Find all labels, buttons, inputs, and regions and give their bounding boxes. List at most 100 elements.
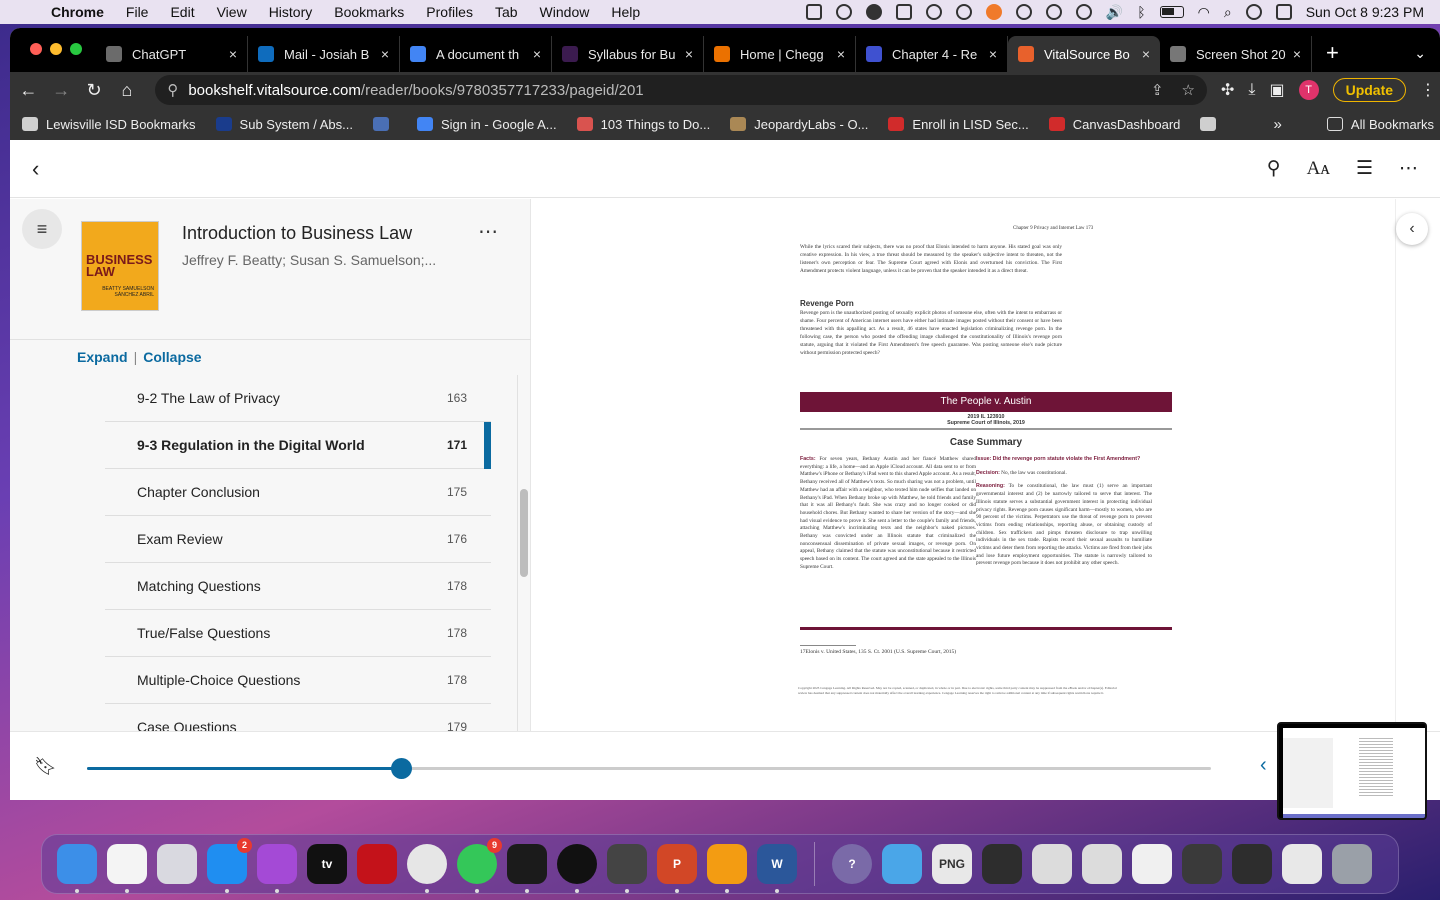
launchpad-icon[interactable] — [157, 844, 197, 884]
app-menu[interactable]: Chrome — [40, 4, 115, 20]
creative-cloud-icon[interactable] — [835, 4, 852, 20]
text-size-icon[interactable]: Aᴀ — [1307, 158, 1330, 180]
bookmark-item[interactable] — [373, 117, 397, 131]
tab-search-chevron-icon[interactable]: ⌄ — [1414, 45, 1440, 72]
side-panel-icon[interactable]: ▣ — [1269, 80, 1284, 100]
more-options-icon[interactable]: ⋯ — [1399, 157, 1418, 180]
recent-1-icon[interactable] — [982, 844, 1022, 884]
menu-edit[interactable]: Edit — [159, 4, 205, 20]
spotlight-search-icon[interactable]: ⌕ — [1224, 4, 1232, 21]
screenshot-thumbnail[interactable] — [1277, 722, 1427, 820]
recent-3-icon[interactable] — [1082, 844, 1122, 884]
status-app-icon[interactable] — [805, 4, 822, 20]
browser-tab[interactable]: VitalSource Bo × — [1008, 36, 1160, 72]
apple-tv-icon[interactable]: tv — [307, 844, 347, 884]
close-tab-icon[interactable]: × — [989, 46, 997, 62]
back-arrow-icon[interactable]: ← — [14, 80, 43, 101]
back-chevron-icon[interactable]: ‹ — [32, 156, 39, 182]
recent-4-icon[interactable] — [1132, 844, 1172, 884]
toc-item[interactable]: 9-3 Regulation in the Digital World 171 — [105, 422, 491, 469]
close-window-icon[interactable] — [30, 43, 42, 55]
slack-icon[interactable] — [107, 844, 147, 893]
messages-icon[interactable]: 9 — [457, 838, 502, 893]
finder-icon[interactable] — [57, 844, 97, 893]
close-tab-icon[interactable]: × — [1142, 46, 1150, 62]
webex-icon[interactable] — [507, 844, 547, 893]
bookmarks-overflow-icon[interactable]: » — [1274, 116, 1282, 133]
powerpoint-icon[interactable]: P — [657, 844, 697, 893]
bookmark-item[interactable]: JeopardyLabs - O... — [730, 117, 868, 132]
new-tab-button[interactable]: + — [1312, 40, 1355, 72]
bookmark-item[interactable]: Lewisville ISD Bookmarks — [22, 117, 196, 132]
menu-help[interactable]: Help — [600, 4, 651, 20]
toc-item[interactable]: Chapter Conclusion 175 — [105, 469, 491, 516]
battery-icon[interactable] — [1159, 6, 1184, 18]
close-tab-icon[interactable]: × — [381, 46, 389, 62]
menu-tab[interactable]: Tab — [484, 4, 529, 20]
help-icon[interactable]: ? — [832, 844, 872, 884]
browser-tab[interactable]: A document th × — [400, 36, 552, 72]
status-flag-icon[interactable] — [925, 4, 942, 20]
bluetooth-icon[interactable]: ᛒ — [1137, 4, 1145, 20]
bookmark-list-icon[interactable]: ☰ — [1356, 157, 1373, 180]
podcasts-icon[interactable] — [257, 844, 297, 893]
profile-avatar[interactable]: T — [1298, 80, 1319, 100]
bookmark-item[interactable]: CanvasDashboard — [1048, 117, 1180, 132]
gear-status-icon[interactable] — [865, 4, 882, 20]
bookmark-icon[interactable]: 🔖︎ — [34, 756, 57, 777]
recent-5-icon[interactable] — [1182, 844, 1222, 884]
menu-clock[interactable]: Sun Oct 8 9:23 PM — [1306, 4, 1424, 20]
address-bar[interactable]: ⚲ bookshelf.vitalsource.com/reader/books… — [155, 75, 1207, 105]
folder-icon[interactable] — [882, 844, 922, 884]
progress-handle[interactable] — [390, 758, 412, 779]
menu-icon[interactable]: ≡ — [22, 209, 62, 249]
status-triangle-icon[interactable] — [895, 4, 912, 20]
close-tab-icon[interactable]: × — [229, 46, 237, 62]
forward-arrow-icon[interactable]: → — [47, 80, 76, 101]
browser-tab[interactable]: Syllabus for Bu × — [552, 36, 704, 72]
browser-tab[interactable]: ChatGPT × — [96, 36, 248, 72]
extensions-icon[interactable]: ✣ — [1221, 80, 1234, 100]
maximize-window-icon[interactable] — [70, 43, 82, 55]
toc-item[interactable]: Multiple-Choice Questions 178 — [105, 657, 491, 704]
bookmark-item[interactable]: Enroll in LISD Sec... — [888, 117, 1029, 132]
bookmark-item[interactable]: Sign in - Google A... — [417, 117, 557, 132]
reload-icon[interactable]: ↻ — [80, 80, 109, 101]
chrome-icon[interactable] — [407, 844, 447, 893]
download-icon[interactable]: ⤓ — [1248, 81, 1255, 99]
all-bookmarks-button[interactable]: All Bookmarks — [1326, 117, 1434, 132]
close-tab-icon[interactable]: × — [837, 46, 845, 62]
browser-tab[interactable]: Mail - Josiah B × — [248, 36, 400, 72]
collapse-link[interactable]: Collapse — [143, 349, 201, 365]
word-icon[interactable]: W — [757, 844, 797, 893]
bookmark-star-icon[interactable]: ☆ — [1182, 81, 1195, 99]
browser-tab[interactable]: Chapter 4 - Re × — [856, 36, 1008, 72]
png-file-icon[interactable]: PNG — [932, 844, 972, 884]
search-icon[interactable]: ⚲ — [1267, 157, 1281, 180]
toc-item[interactable]: 9-2 The Law of Privacy 163 — [105, 375, 491, 422]
menu-file[interactable]: File — [115, 4, 160, 20]
toc-item[interactable]: True/False Questions 178 — [105, 610, 491, 657]
user-icon[interactable] — [1245, 4, 1262, 20]
close-tab-icon[interactable]: × — [533, 46, 541, 62]
recent-6-icon[interactable] — [1232, 844, 1272, 884]
status-circle-icon[interactable] — [955, 4, 972, 20]
menu-history[interactable]: History — [258, 4, 324, 20]
expand-link[interactable]: Expand — [77, 349, 128, 365]
toc-scrollbar[interactable] — [520, 489, 528, 577]
browser-tab[interactable]: Home | Chegg × — [704, 36, 856, 72]
recent-2-icon[interactable] — [1032, 844, 1072, 884]
panel-chevron-icon[interactable]: ‹ — [1396, 213, 1428, 245]
toc-item[interactable]: Matching Questions 178 — [105, 563, 491, 610]
close-tab-icon[interactable]: × — [1293, 46, 1301, 62]
previous-page-icon[interactable]: ‹ — [1260, 754, 1267, 777]
airdrop-icon[interactable] — [1075, 4, 1092, 20]
recent-7-icon[interactable] — [1282, 844, 1322, 884]
trash-icon[interactable] — [1332, 844, 1372, 884]
menu-view[interactable]: View — [206, 4, 258, 20]
minimize-window-icon[interactable] — [50, 43, 62, 55]
keynote-icon[interactable] — [707, 844, 747, 893]
vpn-icon[interactable] — [1015, 4, 1032, 20]
progress-slider[interactable] — [87, 758, 1211, 779]
acrobat-icon[interactable] — [357, 844, 397, 884]
